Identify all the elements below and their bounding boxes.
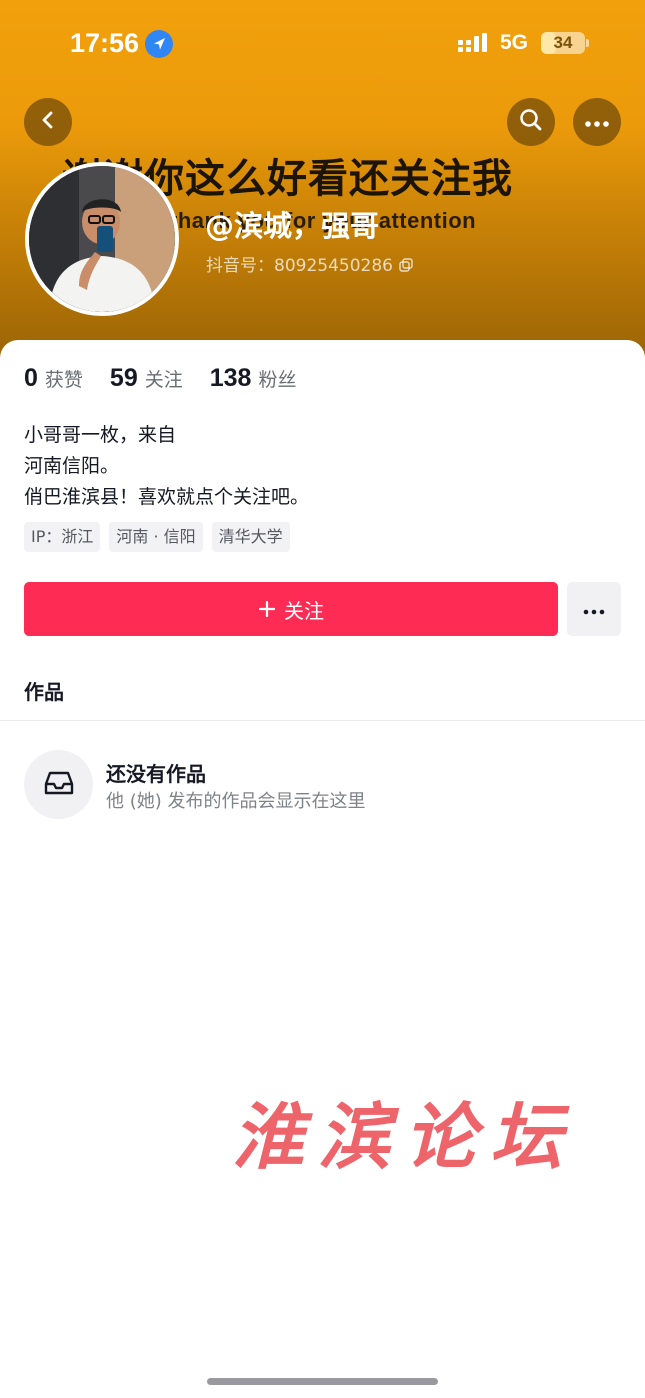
profile-username: @滨城，强哥 [205, 209, 380, 243]
stat-likes: 0 获赞 [24, 364, 83, 393]
profile-content-sheet: 0 获赞 59 关注 138 粉丝 小哥哥一枚，来自 河南信阳。 俏巴淮滨县！喜… [0, 340, 645, 1398]
tag-ip-location: IP：浙江 [24, 522, 101, 552]
more-actions-button[interactable] [567, 582, 621, 636]
bio-line: 河南信阳。 [24, 455, 120, 477]
tab-divider [0, 720, 645, 721]
profile-page: 谢谢你这么好看还关注我 thank you for your attention… [0, 0, 645, 1398]
stat-number: 138 [209, 364, 252, 392]
forum-watermark: 淮滨论坛 [232, 1094, 577, 1179]
empty-state-title: 还没有作品 [106, 762, 206, 786]
status-bar: 17:56 5G 34 [0, 0, 645, 90]
network-type: 5G [500, 31, 529, 54]
avatar[interactable] [25, 162, 179, 316]
follow-button-label: 关注 [284, 598, 324, 623]
tab-works[interactable]: 作品 [24, 676, 64, 705]
back-button[interactable] [24, 98, 72, 146]
stat-label: 粉丝 [258, 369, 297, 391]
chevron-left-icon [37, 109, 59, 135]
home-indicator[interactable] [207, 1378, 438, 1385]
inbox-tray-icon [42, 770, 76, 800]
status-time: 17:56 [70, 28, 140, 58]
stat-label: 获赞 [44, 369, 83, 391]
tag-school[interactable]: 清华大学 [211, 522, 290, 552]
more-dots-icon [583, 600, 605, 619]
search-button[interactable] [507, 98, 555, 146]
location-arrow-icon [145, 30, 173, 58]
profile-stats: 0 获赞 59 关注 138 粉丝 [24, 364, 296, 393]
follow-button[interactable]: 关注 [24, 582, 558, 636]
empty-state-subtitle: 他 (她) 发布的作品会显示在这里 [106, 791, 366, 812]
douyin-id-text: 抖音号：80925450286 [206, 256, 393, 276]
more-options-button[interactable] [573, 98, 621, 146]
more-dots-icon [584, 113, 610, 132]
stat-following[interactable]: 59 关注 [110, 364, 183, 393]
stat-followers[interactable]: 138 粉丝 [210, 364, 297, 393]
stat-label: 关注 [144, 369, 183, 391]
profile-tags: IP：浙江 河南 · 信阳 清华大学 [24, 522, 290, 552]
battery-percent: 34 [553, 33, 573, 52]
douyin-id[interactable]: 抖音号：80925450286 [206, 251, 413, 276]
signal-bars-icon [458, 33, 492, 55]
bio-line: 小哥哥一枚，来自 [24, 424, 177, 446]
search-icon [518, 107, 544, 137]
battery-cap [586, 39, 589, 47]
stat-number: 0 [24, 364, 38, 392]
plus-icon [258, 600, 276, 618]
tag-hometown[interactable]: 河南 · 信阳 [109, 522, 203, 552]
battery-indicator: 34 [541, 32, 585, 54]
empty-state-icon-wrap [24, 750, 93, 819]
profile-bio: 小哥哥一枚，来自 河南信阳。 俏巴淮滨县！喜欢就点个关注吧。 [24, 420, 624, 513]
copy-icon[interactable] [399, 257, 413, 272]
stat-number: 59 [109, 364, 138, 392]
bio-line: 俏巴淮滨县！喜欢就点个关注吧。 [24, 486, 310, 508]
